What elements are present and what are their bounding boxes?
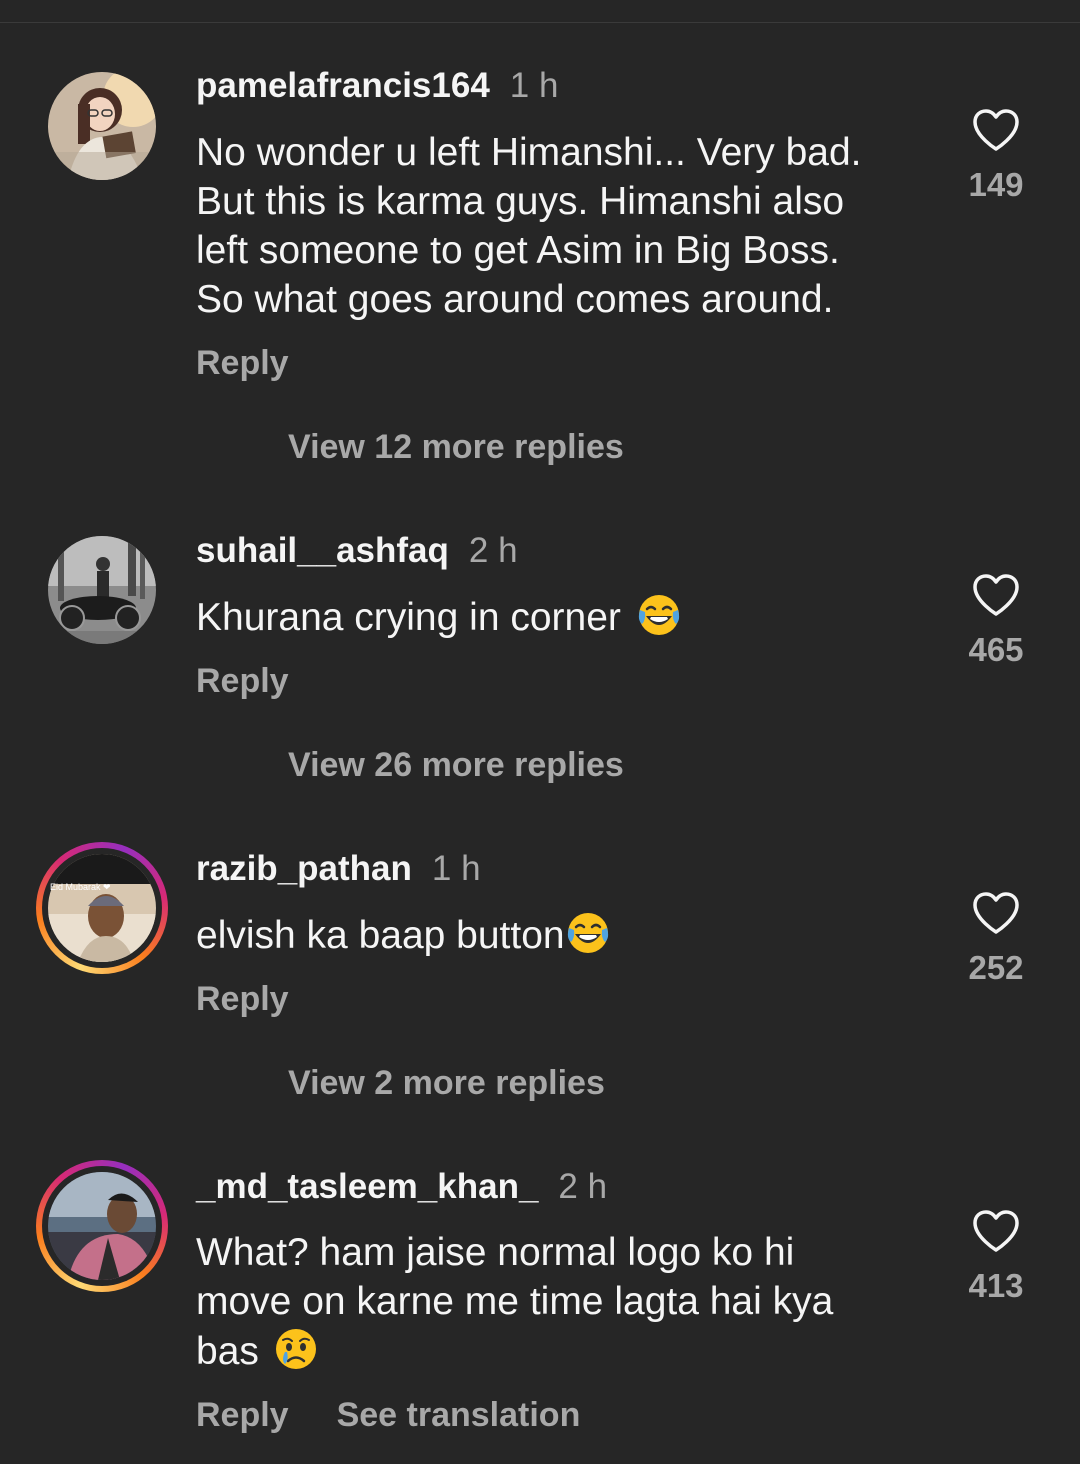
crying-face-emoji-icon bbox=[275, 1329, 316, 1369]
comment-header: pamelafrancis164 1 h bbox=[196, 66, 558, 106]
username[interactable]: pamelafrancis164 bbox=[196, 66, 490, 105]
view-replies-button[interactable]: View 12 more replies bbox=[288, 428, 624, 467]
avatar-image bbox=[48, 854, 156, 962]
comment-text-content: bas bbox=[196, 1330, 259, 1373]
comment-text: No wonder u left Himanshi... Very bad. B… bbox=[196, 128, 926, 324]
comment-text-line: What? ham jaise normal logo ko hi bbox=[196, 1231, 795, 1274]
avatar-image bbox=[48, 1172, 156, 1280]
view-replies-button[interactable]: View 26 more replies bbox=[288, 746, 624, 785]
comment-text-line: No wonder u left Himanshi... Very bad. bbox=[196, 131, 862, 174]
like-control: 149 bbox=[956, 108, 1036, 204]
comment-header: _md_tasleem_khan_ 2 h bbox=[196, 1167, 607, 1207]
view-replies-button[interactable]: View 2 more replies bbox=[288, 1064, 605, 1103]
avatar-image bbox=[48, 72, 156, 180]
timestamp: 1 h bbox=[431, 849, 481, 888]
like-count: 465 bbox=[968, 631, 1024, 668]
heart-icon[interactable] bbox=[972, 108, 1020, 152]
avatar-story-ring[interactable] bbox=[36, 1160, 168, 1292]
reply-button[interactable]: Reply bbox=[196, 662, 289, 700]
heart-icon[interactable] bbox=[972, 573, 1020, 617]
see-translation-button[interactable]: See translation bbox=[337, 1396, 581, 1434]
comment-text-line: bas bbox=[196, 1326, 926, 1376]
avatar[interactable] bbox=[48, 72, 156, 180]
like-count: 149 bbox=[968, 166, 1024, 203]
reply-button[interactable]: Reply bbox=[196, 1396, 289, 1434]
comment-text: Khurana crying in corner bbox=[196, 592, 926, 642]
comment-text-line: move on karne me time lagta hai kya bbox=[196, 1280, 834, 1323]
like-count: 413 bbox=[968, 1267, 1024, 1304]
avatar[interactable] bbox=[48, 536, 156, 644]
comment-text-line: But this is karma guys. Himanshi also bbox=[196, 180, 845, 223]
tears-of-joy-emoji-icon bbox=[567, 913, 608, 953]
comment-actions: Reply bbox=[196, 662, 337, 701]
comment-header: razib_pathan 1 h bbox=[196, 849, 481, 889]
comment-text-line: So what goes around comes around. bbox=[196, 278, 834, 321]
comment-actions: Reply bbox=[196, 344, 337, 383]
like-control: 252 bbox=[956, 891, 1036, 987]
comment-text-line: left someone to get Asim in Big Boss. bbox=[196, 229, 840, 272]
reply-button[interactable]: Reply bbox=[196, 344, 289, 382]
username[interactable]: _md_tasleem_khan_ bbox=[196, 1167, 538, 1206]
heart-icon[interactable] bbox=[972, 891, 1020, 935]
reply-button[interactable]: Reply bbox=[196, 980, 289, 1018]
top-divider bbox=[0, 0, 1080, 23]
comment-text: What? ham jaise normal logo ko hi move o… bbox=[196, 1228, 926, 1376]
like-count: 252 bbox=[968, 949, 1024, 986]
comment-text: elvish ka baap button bbox=[196, 910, 926, 960]
like-control: 413 bbox=[956, 1209, 1036, 1305]
username[interactable]: razib_pathan bbox=[196, 849, 412, 888]
timestamp: 2 h bbox=[468, 531, 518, 570]
tears-of-joy-emoji-icon bbox=[638, 595, 679, 635]
comment-actions: Reply bbox=[196, 980, 337, 1019]
avatar-caption: Eid Mubarak ❤ bbox=[50, 882, 111, 892]
avatar-image bbox=[48, 536, 156, 644]
heart-icon[interactable] bbox=[972, 1209, 1020, 1253]
username[interactable]: suhail__ashfaq bbox=[196, 531, 449, 570]
timestamp: 1 h bbox=[509, 66, 559, 105]
comment-actions: Reply See translation bbox=[196, 1396, 628, 1435]
comment-text-content: elvish ka baap button bbox=[196, 914, 565, 957]
avatar-story-ring[interactable]: Eid Mubarak ❤ bbox=[36, 842, 168, 974]
like-control: 465 bbox=[956, 573, 1036, 669]
timestamp: 2 h bbox=[558, 1167, 608, 1206]
comment-header: suhail__ashfaq 2 h bbox=[196, 531, 518, 571]
comment-text-content: Khurana crying in corner bbox=[196, 596, 621, 639]
